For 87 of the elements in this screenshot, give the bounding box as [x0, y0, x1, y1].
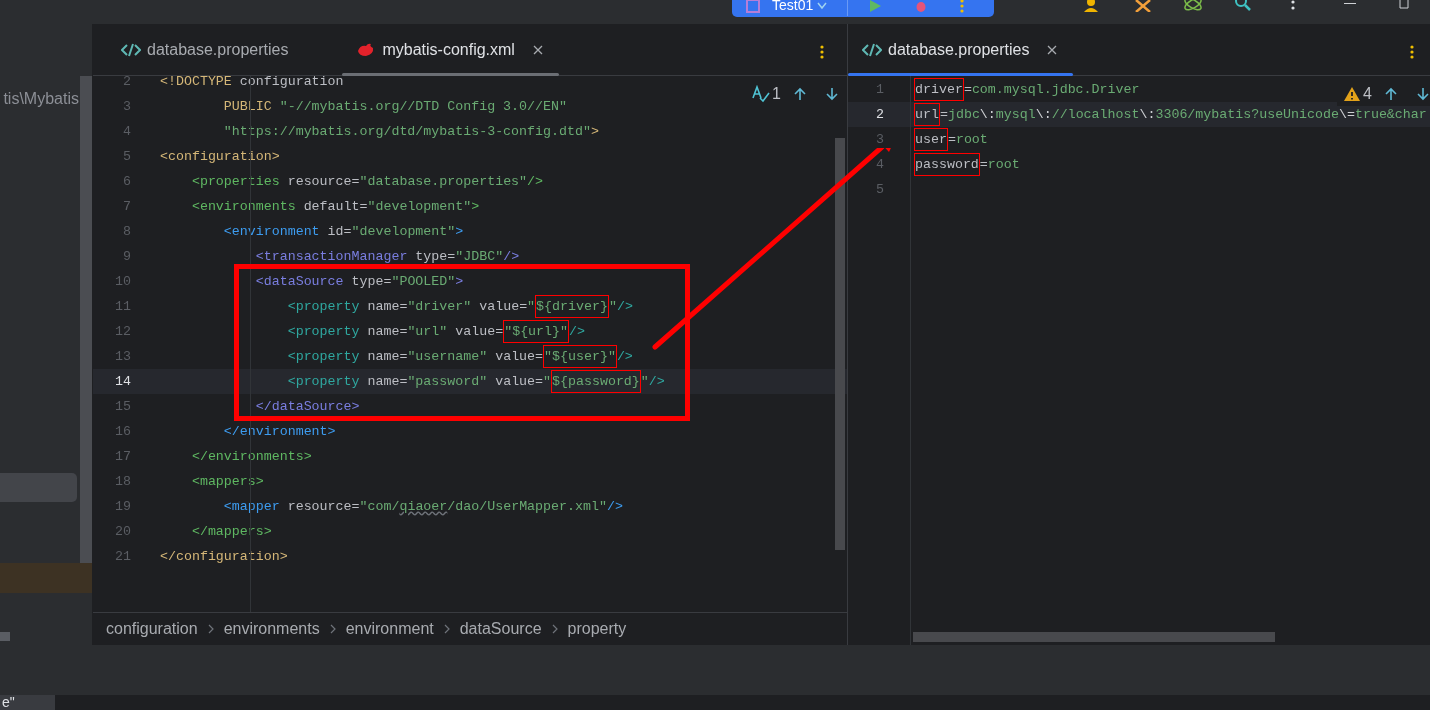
scrollbar-thumb[interactable] — [913, 632, 1275, 642]
line-number: 4 — [875, 155, 884, 174]
code-line: <properties resource="database.properties"/> — [190, 172, 544, 191]
breadcrumb-item[interactable]: environment — [345, 617, 434, 641]
next-arrow-icon[interactable] — [825, 87, 839, 101]
scrollbar-thumb[interactable] — [0, 632, 10, 641]
project-path-text: tis\Mybatis — [3, 89, 79, 109]
scrollbar-thumb[interactable] — [80, 76, 92, 563]
scrollbar-thumb[interactable] — [835, 138, 845, 550]
editor-tab[interactable]: database.properties — [848, 24, 1074, 75]
line-number: 3 — [875, 130, 884, 149]
line-number: 14 — [114, 372, 131, 391]
line-number: 16 — [114, 422, 131, 441]
inspection-count[interactable]: 1 — [772, 82, 781, 106]
line-number: 5 — [122, 147, 131, 166]
breadcrumb-item[interactable]: configuration — [106, 617, 198, 641]
code-line: <property name="username" value="${user}"/> — [160, 346, 633, 367]
line-number: 11 — [114, 297, 131, 316]
run-config-label[interactable]: Test01 — [772, 0, 814, 16]
spellcheck-icon[interactable] — [752, 85, 771, 103]
line-number: 2 — [122, 76, 131, 91]
code-line: <environment id="development"> — [222, 222, 464, 241]
line-number: 12 — [114, 322, 131, 341]
run-configuration-button[interactable]: Test01 — [732, 0, 994, 17]
code-line: user=root — [914, 129, 988, 150]
line-number: 6 — [122, 172, 131, 191]
code-line: <configuration> — [160, 147, 280, 166]
chevron-icon — [817, 1, 828, 10]
code-brackets-icon — [121, 41, 141, 58]
code-line: password=root — [914, 154, 1020, 175]
code-line: </configuration> — [160, 547, 288, 566]
line-number: 20 — [114, 522, 131, 541]
breadcrumb-item[interactable]: dataSource — [459, 617, 542, 641]
code-line: </environments> — [190, 447, 312, 466]
breadcrumb-item[interactable]: environments — [223, 617, 320, 641]
code-line: </mappers> — [190, 522, 272, 541]
previous-arrow-icon[interactable] — [793, 87, 807, 101]
warning-icon[interactable] — [1343, 86, 1362, 102]
code-line: <mapper resource="com/qiaoer/dao/UserMapper.xml"/> — [222, 497, 623, 516]
line-number: 2 — [875, 105, 884, 124]
module-icon — [746, 0, 760, 13]
code-line: <property name="url" value="${url}"/> — [160, 321, 585, 342]
line-number: 15 — [114, 397, 131, 416]
code-line: <property name="driver" value="${driver}"/> — [160, 296, 633, 317]
line-number: 13 — [114, 347, 131, 366]
line-number: 18 — [114, 472, 131, 491]
code-line: <mappers> — [190, 472, 264, 491]
code-line: <property name="password" value="${password}"/> — [160, 371, 665, 392]
minimize-icon[interactable] — [1344, 3, 1356, 5]
editor-tab[interactable]: database.properties — [107, 24, 303, 75]
line-number: 10 — [114, 272, 131, 291]
line-number: 17 — [114, 447, 131, 466]
hammer-icon[interactable] — [1133, 0, 1153, 12]
line-number: 21 — [114, 547, 131, 566]
chevron-icon — [329, 624, 336, 634]
editor-tab[interactable]: mybatis-config.xml — [342, 24, 559, 75]
breadcrumb-item[interactable]: property — [567, 617, 627, 641]
chevron-icon — [207, 624, 214, 634]
next-arrow-icon[interactable] — [1416, 87, 1430, 101]
line-number: 4 — [122, 122, 131, 141]
chevron-icon — [443, 624, 450, 634]
status-tab[interactable]: e" — [0, 695, 55, 710]
chevron-icon — [551, 624, 558, 634]
code-line: <transactionManager type="JDBC"/> — [254, 247, 520, 266]
code-line: </dataSource> — [254, 397, 360, 416]
line-number: 19 — [114, 497, 131, 516]
code-line: url=jdbc\:mysql\://localhost\:3306/mybatis?useUnicode\=true&char — [914, 104, 1427, 125]
code-line: driver=com.mysql.jdbc.Driver — [914, 79, 1140, 100]
more-icon[interactable] — [1410, 45, 1414, 59]
line-number: 3 — [122, 97, 131, 116]
code-line: <environments default="development"> — [190, 197, 480, 216]
search-icon[interactable] — [1234, 0, 1252, 12]
more-icon[interactable] — [1291, 0, 1295, 10]
code-line: </environment> — [222, 422, 336, 441]
warning-count[interactable]: 4 — [1363, 82, 1372, 106]
line-number: 9 — [122, 247, 131, 266]
line-number: 8 — [122, 222, 131, 241]
previous-arrow-icon[interactable] — [1384, 87, 1398, 101]
line-number: 1 — [875, 80, 884, 99]
close-icon[interactable] — [532, 44, 543, 55]
code-line: <dataSource type="POOLED"> — [254, 272, 464, 291]
code-brackets-icon — [862, 41, 882, 58]
more-icon[interactable] — [820, 45, 824, 59]
line-number: 7 — [122, 197, 131, 216]
line-number: 5 — [875, 180, 884, 199]
code-line: "https://mybatis.org/dtd/mybatis-3-config.dtd"> — [222, 122, 599, 141]
close-icon[interactable] — [1047, 44, 1058, 55]
